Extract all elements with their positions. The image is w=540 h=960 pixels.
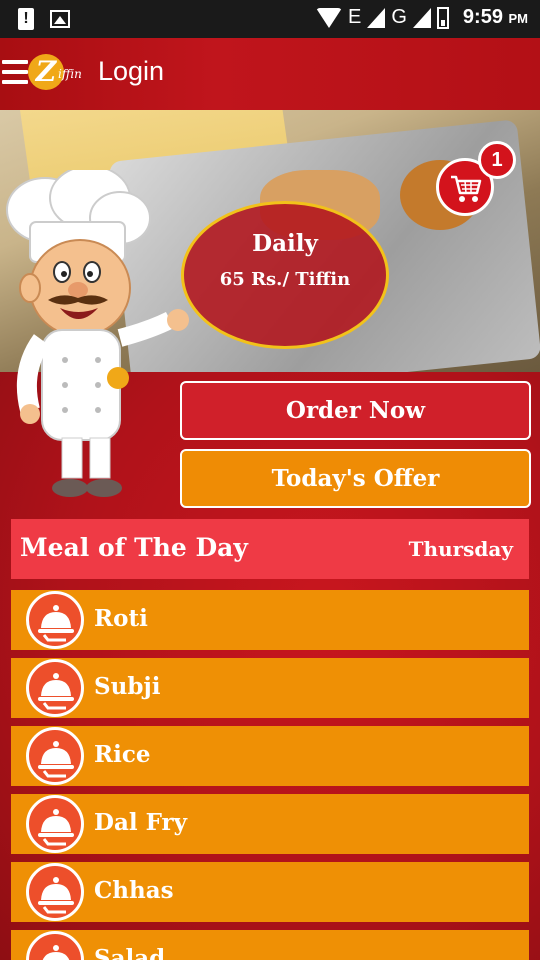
logo-tail-text: iffin — [58, 67, 82, 81]
clock-ampm: PM — [508, 11, 529, 26]
meal-item-label: Salad — [94, 945, 166, 960]
cloche-icon — [26, 727, 84, 785]
shopping-cart-icon — [451, 175, 482, 202]
meal-item-label: Roti — [94, 605, 148, 632]
meal-item-label: Subji — [94, 673, 161, 700]
status-left: ! — [18, 8, 70, 30]
signal-icon-2 — [412, 7, 431, 28]
app-bar: Z iffin Login — [0, 38, 540, 110]
wifi-icon — [316, 7, 342, 28]
status-bar: ! E G 9:59 PM — [0, 0, 540, 38]
signal-icon — [367, 7, 386, 28]
alert-icon: ! — [18, 8, 34, 30]
clock: 9:59 PM — [463, 6, 528, 29]
battery-icon — [436, 6, 449, 29]
meal-item-label: Chhas — [94, 877, 174, 904]
cloche-icon — [26, 591, 84, 649]
meal-item[interactable]: Rice — [11, 726, 529, 786]
logo-tail: iffin — [58, 58, 82, 84]
order-now-button[interactable]: Order Now — [180, 381, 531, 440]
hamburger-icon[interactable] — [2, 60, 28, 90]
meal-item[interactable]: Subji — [11, 658, 529, 718]
meal-item[interactable]: Salad — [11, 930, 529, 960]
image-icon — [50, 10, 70, 28]
clock-time: 9:59 — [462, 6, 503, 28]
cloche-icon — [26, 863, 84, 921]
cloche-icon — [26, 659, 84, 717]
todays-offer-button[interactable]: Today's Offer — [180, 449, 531, 508]
meal-day: Thursday — [408, 537, 513, 561]
cloche-icon — [26, 931, 84, 960]
network-type: E — [348, 6, 362, 28]
meal-item[interactable]: Dal Fry — [11, 794, 529, 854]
daily-price: 65 Rs./ Tiffin — [219, 269, 351, 290]
status-right: E G 9:59 PM — [316, 6, 528, 29]
meal-item[interactable]: Roti — [11, 590, 529, 650]
cart-count-badge[interactable]: 1 — [478, 141, 516, 179]
daily-price-badge[interactable]: Daily 65 Rs./ Tiffin — [181, 201, 389, 349]
meal-of-the-day-header: Meal of The Day Thursday — [11, 519, 529, 579]
meal-item-label: Dal Fry — [94, 809, 187, 836]
ziffin-logo: Z iffin — [28, 52, 92, 96]
daily-title: Daily — [252, 230, 318, 257]
meal-item[interactable]: Chhas — [11, 862, 529, 922]
cloche-icon — [26, 795, 84, 853]
network-type-2: G — [391, 6, 407, 28]
page-title: Login — [98, 56, 165, 86]
chef-mascot-image — [6, 170, 189, 497]
meal-title: Meal of The Day — [20, 533, 248, 562]
meal-item-label: Rice — [94, 741, 151, 768]
